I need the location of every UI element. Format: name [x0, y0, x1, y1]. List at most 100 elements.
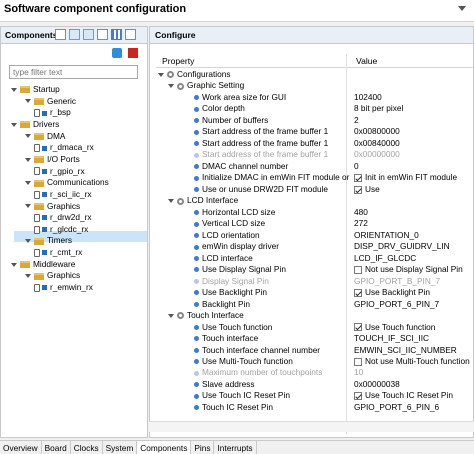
component-filter-input[interactable] — [9, 65, 138, 79]
expand-arrow-icon[interactable] — [11, 262, 17, 267]
property-value[interactable]: TOUCH_IF_SCI_IIC — [354, 333, 472, 344]
chevron-down-icon[interactable] — [458, 6, 466, 11]
generate-icon[interactable] — [125, 29, 136, 40]
property-value[interactable]: 2 — [354, 115, 472, 126]
property-value[interactable]: GPIO_PORT_6_PIN_7 — [354, 299, 472, 310]
expand-arrow-icon[interactable] — [25, 274, 31, 279]
property-value[interactable]: 8 bit per pixel — [354, 103, 472, 114]
import-icon[interactable] — [69, 29, 80, 40]
property-row[interactable]: Touch IC Reset Pin GPIO_PORT_6_PIN_6 — [156, 402, 473, 413]
property-row[interactable]: Color depth 8 bit per pixel — [156, 103, 473, 114]
checked-checkbox[interactable] — [354, 392, 362, 401]
tree-component[interactable]: r_gpio_rx — [34, 166, 85, 177]
property-group[interactable]: Configurations — [156, 69, 473, 80]
property-value[interactable]: 102400 — [354, 92, 472, 103]
property-row[interactable]: Initialize DMAC in emWin FIT module or n… — [156, 172, 473, 183]
expand-arrow-icon[interactable] — [25, 181, 31, 185]
property-row[interactable]: Work area size for GUI 102400 — [156, 92, 473, 103]
property-row[interactable]: Use Touch IC Reset Pin Use Touch IC Reset… — [156, 390, 473, 401]
expand-arrow-icon[interactable] — [11, 122, 17, 127]
properties-icon[interactable] — [97, 29, 108, 40]
new-config-icon[interactable] — [55, 29, 66, 40]
tab-system[interactable]: System — [103, 441, 138, 454]
checked-checkbox[interactable] — [354, 185, 362, 194]
tab-interrupts[interactable]: Interrupts — [214, 441, 257, 454]
column-property[interactable]: Property — [162, 56, 194, 66]
property-value[interactable]: DISP_DRV_GUIDRV_LIN — [354, 241, 472, 252]
expand-arrow-icon[interactable] — [168, 84, 174, 89]
property-row[interactable]: Start address of the frame buffer 1 0x008… — [156, 138, 473, 149]
export-icon[interactable] — [83, 29, 94, 40]
property-row[interactable]: Touch interface TOUCH_IF_SCI_IIC — [156, 333, 473, 344]
checked-checkbox[interactable] — [354, 288, 362, 297]
property-row[interactable]: Backlight Pin GPIO_PORT_6_PIN_7 — [156, 299, 473, 310]
property-value[interactable]: 0x00840000 — [354, 138, 472, 149]
tree-folder[interactable]: Graphics — [25, 270, 80, 281]
property-value[interactable]: Use Touch IC Reset Pin — [354, 390, 472, 401]
horizontal-scrollbar[interactable] — [149, 421, 474, 432]
expand-arrow-icon[interactable] — [25, 204, 31, 209]
tab-board[interactable]: Board — [42, 441, 71, 454]
property-value[interactable]: Init in emWin FIT module — [354, 172, 472, 183]
property-row[interactable]: Start address of the frame buffer 1 0x008… — [156, 126, 473, 137]
tree-folder[interactable]: Generic — [25, 96, 76, 107]
tree-folder[interactable]: Timers — [25, 235, 72, 246]
tree-folder[interactable]: DMA — [25, 131, 65, 142]
add-component-icon[interactable] — [112, 48, 122, 58]
tab-clocks[interactable]: Clocks — [71, 441, 103, 454]
unchecked-checkbox[interactable] — [354, 357, 362, 366]
property-group[interactable]: LCD Interface — [156, 195, 473, 206]
tab-overview[interactable]: Overview — [0, 441, 42, 454]
tab-pins[interactable]: Pins — [191, 441, 215, 454]
property-value[interactable]: Use Touch function — [354, 322, 472, 333]
expand-arrow-icon[interactable] — [25, 157, 31, 162]
property-row[interactable]: Touch interface channel number EMWIN_SCI_… — [156, 345, 473, 356]
property-row[interactable]: Number of buffers 2 — [156, 115, 473, 126]
checked-checkbox[interactable] — [354, 323, 362, 332]
expand-arrow-icon[interactable] — [168, 313, 174, 318]
property-value[interactable]: ORIENTATION_0 — [354, 230, 472, 241]
view-layout-icon[interactable] — [111, 29, 122, 40]
tree-component[interactable]: r_glcdc_rx — [34, 224, 88, 235]
expand-arrow-icon[interactable] — [25, 239, 31, 244]
tree-folder[interactable]: Middleware — [11, 259, 75, 270]
remove-component-icon[interactable] — [128, 48, 138, 58]
property-group[interactable]: Graphic Setting — [156, 80, 473, 91]
property-value[interactable]: Use Backlight Pin — [354, 287, 472, 298]
checked-checkbox[interactable] — [354, 174, 362, 183]
property-row[interactable]: LCD orientation ORIENTATION_0 — [156, 230, 473, 241]
property-value[interactable]: 0 — [354, 161, 472, 172]
property-value[interactable]: 0x00000038 — [354, 379, 472, 390]
tree-folder[interactable]: Startup — [11, 84, 60, 95]
tree-folder[interactable]: Communications — [25, 177, 109, 188]
tree-folder[interactable]: Drivers — [11, 119, 59, 130]
tree-component[interactable]: r_dmaca_rx — [34, 142, 94, 153]
property-group[interactable]: Touch Interface — [156, 310, 473, 321]
property-row[interactable]: Use Multi-Touch function Not use Multi-To… — [156, 356, 473, 367]
tree-component[interactable]: r_sci_iic_rx — [34, 189, 92, 200]
property-row[interactable]: Slave address 0x00000038 — [156, 379, 473, 390]
property-value[interactable]: Not use Display Signal Pin — [354, 264, 472, 275]
property-value[interactable]: Use — [354, 184, 472, 195]
property-row[interactable]: Use Display Signal Pin Not use Display Si… — [156, 264, 473, 275]
property-value[interactable]: Not use Multi-Touch function — [354, 356, 472, 367]
expand-arrow-icon[interactable] — [25, 134, 31, 139]
property-value[interactable]: 272 — [354, 218, 472, 229]
tree-component[interactable]: r_cmt_rx — [34, 247, 82, 258]
property-value[interactable]: 0x00800000 — [354, 126, 472, 137]
property-row[interactable]: DMAC channel number 0 — [156, 161, 473, 172]
property-row[interactable]: Use Touch function Use Touch function — [156, 322, 473, 333]
property-row[interactable]: Use or unuse DRW2D FIT module Use — [156, 184, 473, 195]
expand-arrow-icon[interactable] — [168, 199, 174, 204]
property-value[interactable]: GPIO_PORT_6_PIN_6 — [354, 402, 472, 413]
tab-components[interactable]: Components — [137, 441, 192, 454]
property-row[interactable]: LCD interface LCD_IF_GLCDC — [156, 253, 473, 264]
expand-arrow-icon[interactable] — [11, 87, 17, 92]
tree-component[interactable]: r_drw2d_rx — [34, 212, 92, 223]
property-row[interactable]: Use Backlight Pin Use Backlight Pin — [156, 287, 473, 298]
property-row[interactable]: Vertical LCD size 272 — [156, 218, 473, 229]
property-row[interactable]: Horizontal LCD size 480 — [156, 207, 473, 218]
unchecked-checkbox[interactable] — [354, 265, 362, 274]
tree-folder[interactable]: I/O Ports — [25, 154, 80, 165]
column-value[interactable]: Value — [356, 56, 377, 66]
